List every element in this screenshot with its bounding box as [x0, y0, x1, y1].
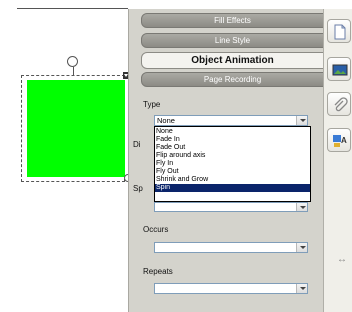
option-spin[interactable]: Spin — [155, 184, 310, 192]
type-select-value: None — [157, 116, 175, 125]
chevron-down-icon[interactable] — [296, 116, 307, 125]
option-fly-out[interactable]: Fly Out — [155, 168, 310, 176]
occurs-select[interactable] — [154, 242, 308, 253]
chevron-down-icon[interactable] — [296, 203, 307, 211]
option-none[interactable]: None — [155, 128, 310, 136]
svg-text:A: A — [341, 136, 347, 145]
properties-panel: Fill Effects Line Style Object Animation… — [128, 9, 324, 312]
rotation-connector — [73, 67, 74, 76]
direction-label: Di — [133, 140, 141, 149]
option-flip-around-axis[interactable]: Flip around axis — [155, 152, 310, 160]
speed-label: Sp — [133, 184, 143, 193]
canvas-line — [17, 8, 128, 9]
page-sorter-tab[interactable] — [327, 19, 351, 43]
type-label: Type — [143, 100, 161, 109]
tab-fill-effects[interactable]: Fill Effects — [141, 13, 324, 28]
sidebar-tab-strip: A ↔ — [323, 9, 352, 312]
rotation-handle[interactable] — [67, 56, 78, 67]
option-fly-in[interactable]: Fly In — [155, 160, 310, 168]
type-dropdown-list[interactable]: None Fade In Fade Out Flip around axis F… — [154, 126, 311, 202]
option-fade-in[interactable]: Fade In — [155, 136, 310, 144]
occurs-label: Occurs — [143, 225, 169, 234]
option-shrink-and-grow[interactable]: Shrink and Grow — [155, 176, 310, 184]
repeats-select[interactable] — [154, 283, 308, 294]
option-fade-out[interactable]: Fade Out — [155, 144, 310, 152]
tab-page-recording[interactable]: Page Recording — [141, 72, 324, 87]
tab-line-style[interactable]: Line Style — [141, 33, 324, 48]
chevron-down-icon[interactable] — [296, 284, 307, 293]
repeats-label: Repeats — [143, 267, 173, 276]
speed-select[interactable] — [154, 202, 308, 212]
green-rectangle-shape[interactable] — [27, 80, 125, 177]
whiteboard-canvas[interactable] — [0, 0, 132, 312]
resize-arrows-icon[interactable]: ↔ — [337, 254, 347, 265]
attachments-tab[interactable] — [327, 92, 351, 116]
type-select[interactable]: None — [154, 115, 308, 126]
gallery-tab[interactable] — [327, 57, 351, 81]
tab-object-animation[interactable]: Object Animation — [141, 52, 324, 69]
properties-tab[interactable]: A — [327, 128, 351, 152]
chevron-down-icon[interactable] — [296, 243, 307, 252]
